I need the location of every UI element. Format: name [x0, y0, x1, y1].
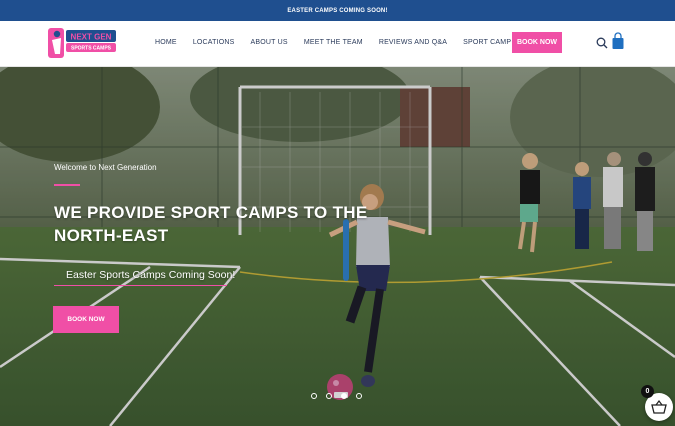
- slider-dots: [311, 393, 362, 399]
- hero-headline-line1: WE PROVIDE SPORT CAMPS TO THE: [54, 203, 368, 222]
- logo-line2: SPORTS CAMPS: [71, 46, 112, 52]
- nav-home[interactable]: HOME: [155, 39, 177, 46]
- basket-icon: [651, 400, 667, 414]
- hero-welcome-text: Welcome to Next Generation: [54, 163, 157, 172]
- header-book-now-button[interactable]: BOOK NOW: [512, 32, 562, 53]
- hero-headline-line2: NORTH-EAST: [54, 226, 169, 245]
- nav-meet-the-team[interactable]: MEET THE TEAM: [304, 39, 363, 46]
- cart-count-badge: 0: [641, 385, 654, 398]
- welcome-divider: [54, 184, 80, 186]
- slider-dot-1[interactable]: [311, 393, 317, 399]
- hero-book-now-button[interactable]: BOOK NOW: [53, 306, 119, 333]
- main-nav: HOME LOCATIONS ABOUT US MEET THE TEAM RE…: [155, 39, 541, 46]
- subline-underline: [54, 285, 227, 286]
- nav-about-us[interactable]: ABOUT US: [251, 39, 288, 46]
- hero-subline: Easter Sports Camps Coming Soon!: [66, 269, 236, 281]
- logo-line1: NEXT GEN: [71, 33, 112, 42]
- search-icon[interactable]: [596, 36, 608, 49]
- announcement-text: EASTER CAMPS COMING SOON!: [287, 7, 388, 14]
- nav-reviews[interactable]: REVIEWS AND Q&A: [379, 39, 447, 46]
- announcement-bar: EASTER CAMPS COMING SOON!: [0, 0, 675, 21]
- slider-dot-2[interactable]: [326, 393, 332, 399]
- hero-headline: WE PROVIDE SPORT CAMPS TO THE NORTH-EAST: [54, 201, 374, 247]
- site-header: NEXT GEN SPORTS CAMPS HOME LOCATIONS ABO…: [0, 21, 675, 67]
- hero-section: Welcome to Next Generation WE PROVIDE SP…: [0, 67, 675, 426]
- site-logo[interactable]: NEXT GEN SPORTS CAMPS: [48, 26, 118, 60]
- nav-locations[interactable]: LOCATIONS: [193, 39, 235, 46]
- shopping-bag-icon[interactable]: [611, 32, 625, 50]
- slider-dot-3[interactable]: [341, 393, 347, 399]
- slider-dot-4[interactable]: [356, 393, 362, 399]
